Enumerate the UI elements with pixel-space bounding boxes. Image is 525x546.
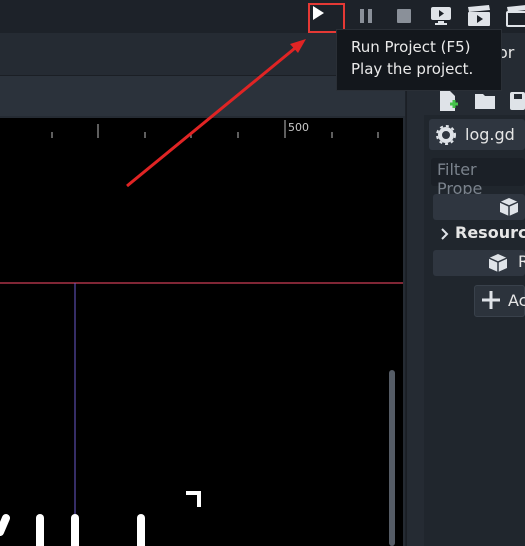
folder-icon bbox=[475, 94, 495, 109]
pause-icon bbox=[360, 9, 372, 23]
open-resource-button[interactable] bbox=[474, 91, 498, 115]
play-icon bbox=[313, 6, 324, 20]
plus-icon bbox=[481, 290, 501, 314]
glyph-stroke bbox=[0, 514, 10, 536]
play-scene-button[interactable] bbox=[467, 4, 491, 28]
tooltip-description: Play the project. bbox=[351, 60, 474, 78]
add-label: Ac bbox=[508, 291, 525, 310]
resource-section-label[interactable]: Resourc bbox=[455, 223, 525, 242]
chevron-right-icon[interactable] bbox=[440, 226, 450, 246]
pause-button[interactable] bbox=[354, 4, 378, 28]
play-custom-scene-icon bbox=[506, 5, 525, 27]
save-resource-button[interactable] bbox=[510, 91, 525, 115]
new-resource-button[interactable] bbox=[437, 90, 459, 116]
resource-sub-label: R bbox=[518, 252, 525, 271]
new-file-icon bbox=[440, 91, 458, 111]
play-scene-icon bbox=[468, 5, 490, 26]
corner-marker bbox=[186, 491, 201, 507]
vertical-scrollbar[interactable] bbox=[389, 370, 395, 546]
stop-button[interactable] bbox=[392, 4, 416, 28]
resource-cube-icon-2 bbox=[488, 253, 508, 277]
stop-icon bbox=[397, 9, 411, 23]
filter-placeholder: Filter Prope bbox=[437, 160, 483, 198]
annotation-arrow bbox=[126, 39, 306, 188]
tooltip-title: Run Project (F5) bbox=[351, 38, 471, 56]
resource-subsection bbox=[433, 250, 525, 276]
save-icon bbox=[510, 92, 525, 110]
gear-icon bbox=[436, 125, 456, 149]
play-custom-scene-button[interactable] bbox=[505, 4, 525, 28]
resource-file-name: log.gd bbox=[465, 125, 515, 144]
remote-debug-button[interactable] bbox=[429, 4, 453, 28]
run-project-tooltip: Run Project (F5) Play the project. bbox=[336, 29, 502, 91]
resource-cube-icon bbox=[499, 197, 519, 221]
remote-debug-icon bbox=[431, 7, 451, 25]
